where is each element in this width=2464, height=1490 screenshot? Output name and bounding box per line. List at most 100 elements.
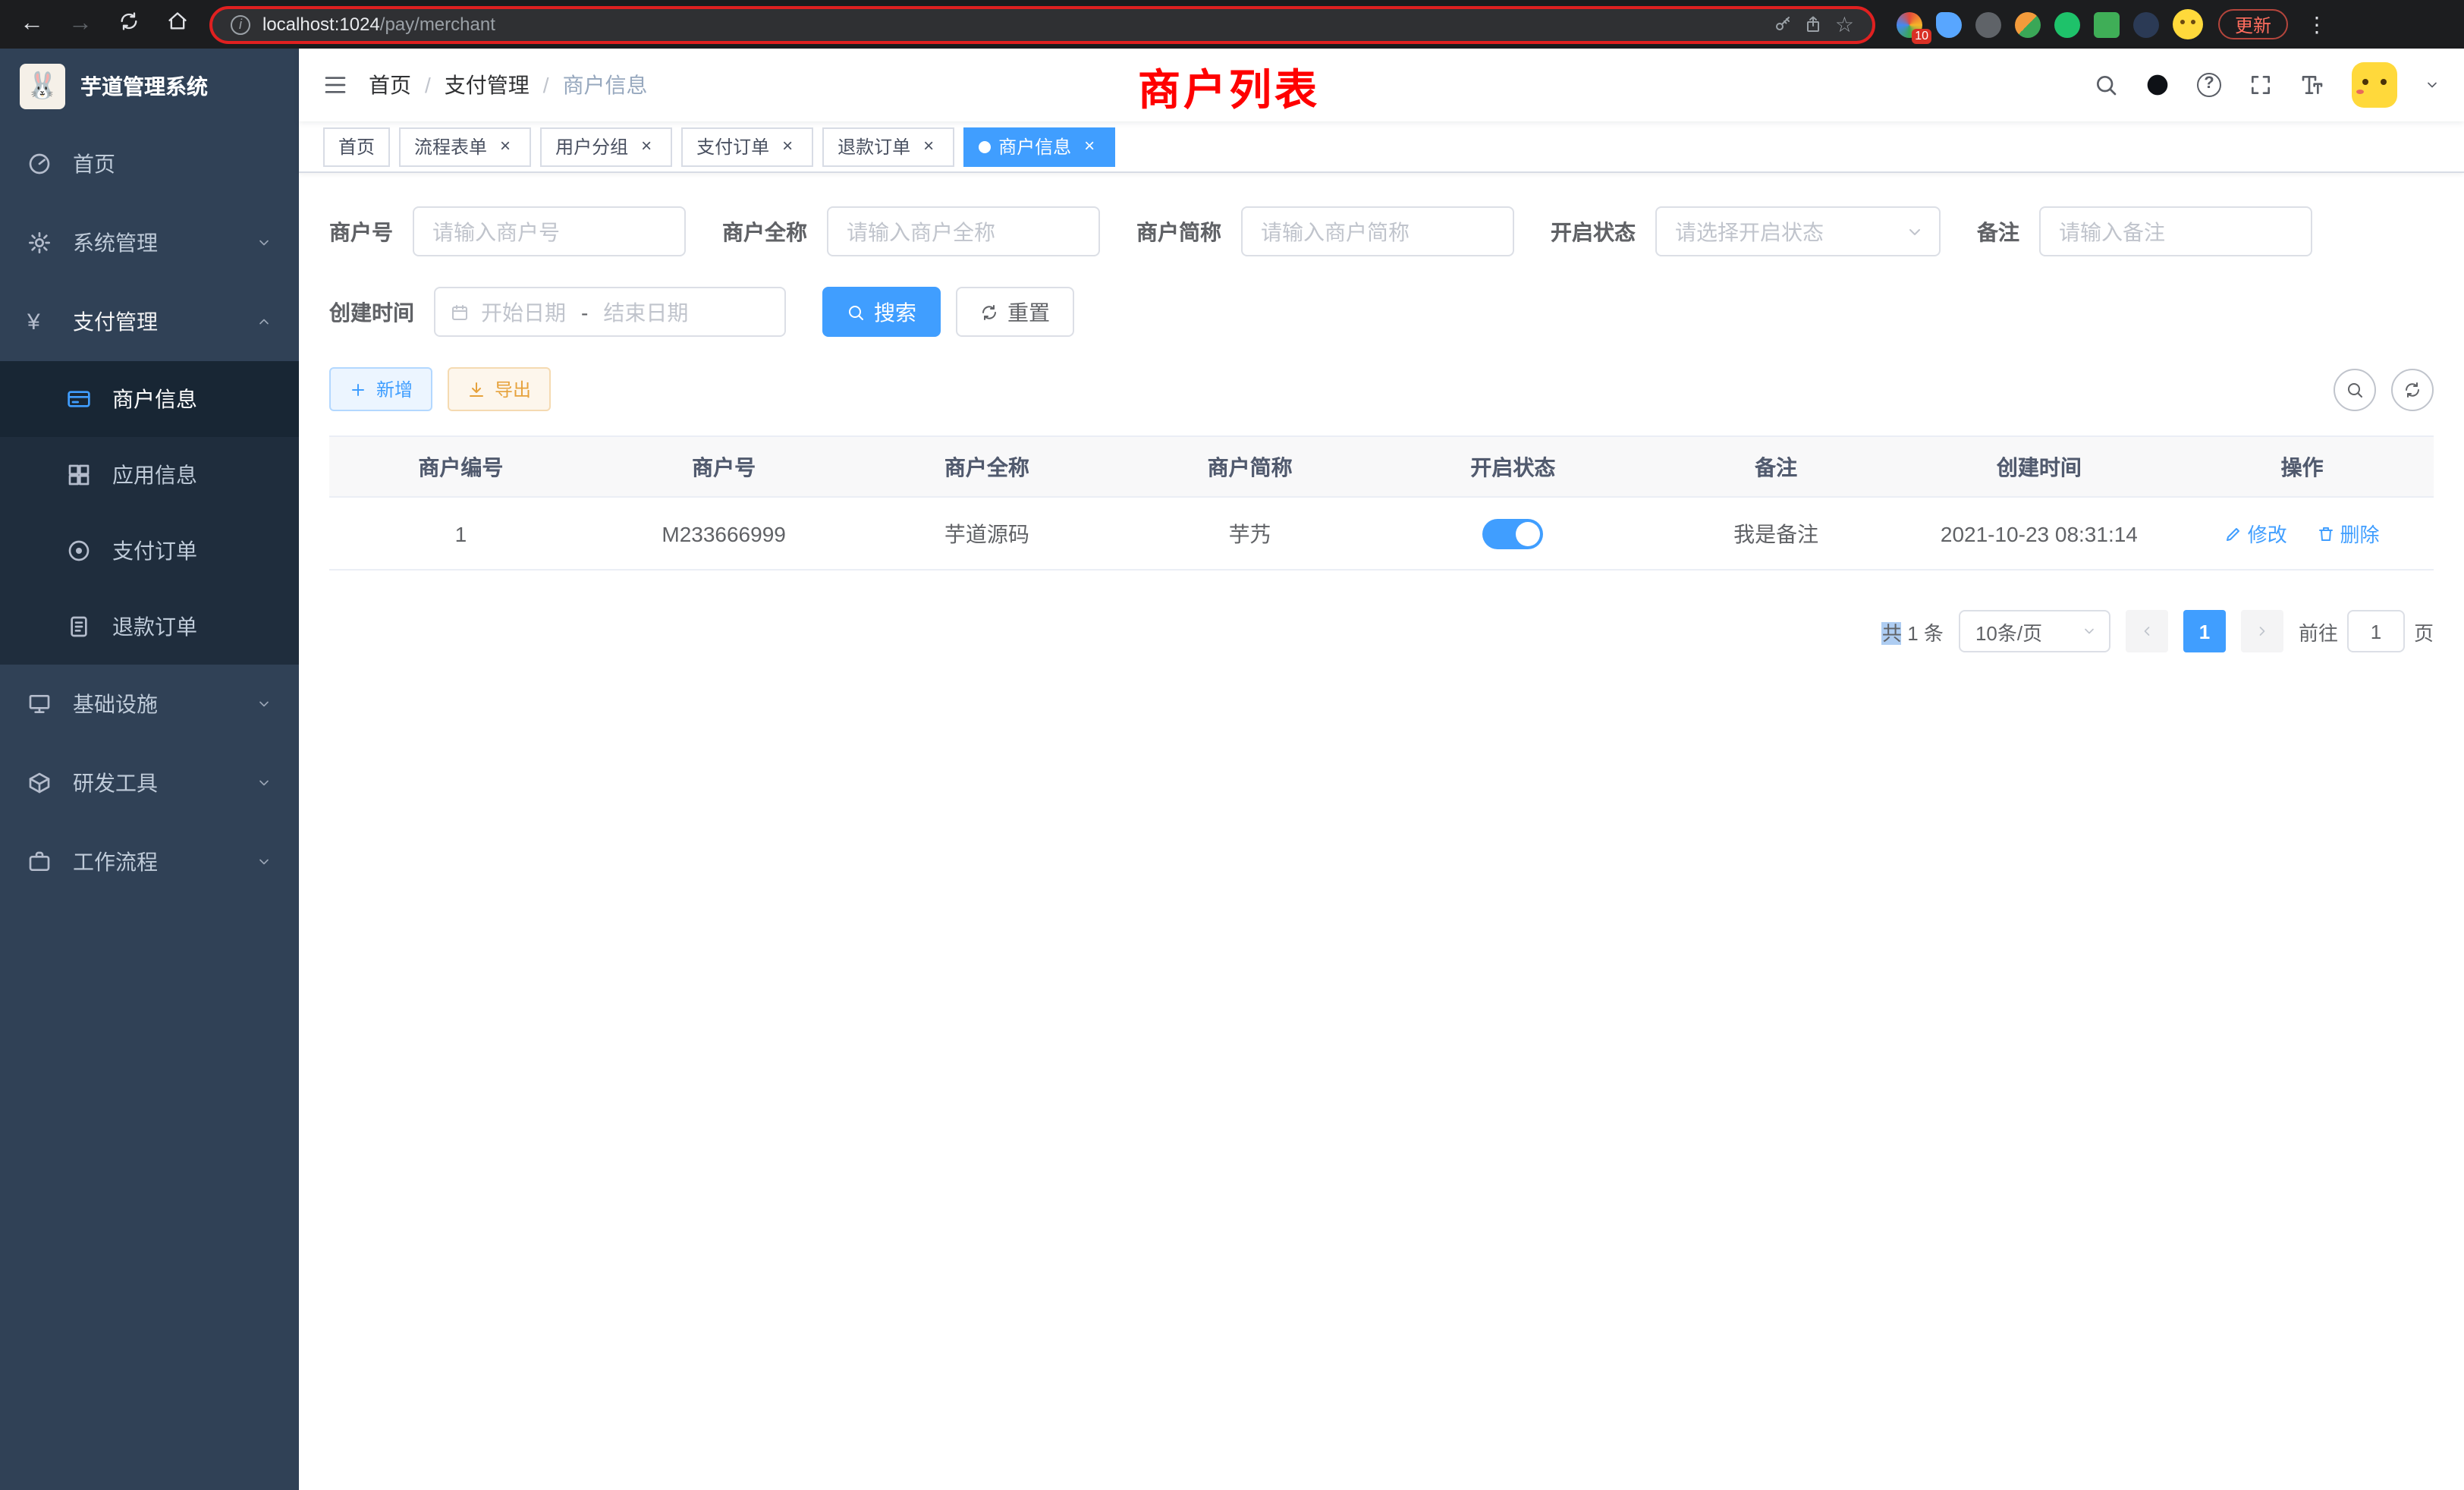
help-icon[interactable]: ? <box>2197 73 2221 97</box>
delete-link[interactable]: 删除 <box>2318 519 2380 548</box>
prev-page-button[interactable] <box>2126 610 2168 652</box>
goto-suffix: 页 <box>2414 617 2434 646</box>
close-icon[interactable]: × <box>918 136 939 157</box>
extension-icon[interactable] <box>2054 11 2080 37</box>
reset-button-label: 重置 <box>1007 297 1050 327</box>
search-icon[interactable] <box>2094 73 2118 97</box>
browser-profile-avatar[interactable] <box>2173 9 2203 39</box>
next-page-button[interactable] <box>2241 610 2283 652</box>
close-icon[interactable]: × <box>777 136 798 157</box>
github-icon[interactable] <box>2145 73 2170 97</box>
search-button[interactable]: 搜索 <box>822 287 941 337</box>
sidebar-item-refund-order[interactable]: 退款订单 <box>0 589 299 665</box>
page-size-select[interactable]: 10条/页 <box>1959 610 2110 652</box>
edit-link[interactable]: 修改 <box>2225 519 2287 548</box>
close-icon[interactable]: × <box>1079 136 1100 157</box>
cell-short-name: 芋艿 <box>1118 497 1381 570</box>
app: 🐰 芋道管理系统 首页 系统管理 ¥ 支付管理 商户信息 <box>0 49 2464 1490</box>
user-menu-caret-icon[interactable] <box>2425 77 2440 93</box>
sidebar-item-label: 首页 <box>73 149 115 179</box>
extension-icon[interactable] <box>2094 11 2120 37</box>
chrome-update-button[interactable]: 更新 <box>2218 9 2288 39</box>
reset-button[interactable]: 重置 <box>956 287 1074 337</box>
font-size-icon[interactable] <box>2300 73 2324 97</box>
refresh-table-button[interactable] <box>2391 368 2434 410</box>
breadcrumb-separator: / <box>425 73 431 97</box>
add-button[interactable]: 新增 <box>329 367 432 411</box>
top-navbar: 首页 / 支付管理 / 商户信息 商户列表 ? <box>299 49 2464 121</box>
sidebar-item-label: 工作流程 <box>73 847 158 877</box>
status-toggle[interactable] <box>1482 518 1543 549</box>
sidebar-item-payment[interactable]: ¥ 支付管理 <box>0 282 299 361</box>
browser-reload-button[interactable] <box>112 10 146 39</box>
sidebar-item-label: 支付管理 <box>73 306 158 337</box>
col-create-time: 创建时间 <box>1908 436 2171 497</box>
sidebar-item-label: 商户信息 <box>112 384 197 414</box>
page-number-button[interactable]: 1 <box>2183 610 2226 652</box>
tab-user-group[interactable]: 用户分组 × <box>540 127 672 166</box>
sidebar-item-pay-order[interactable]: 支付订单 <box>0 513 299 589</box>
sidebar-item-workflow[interactable]: 工作流程 <box>0 822 299 901</box>
browser-menu-icon[interactable]: ⋮ <box>2303 11 2330 37</box>
close-icon[interactable]: × <box>495 136 516 157</box>
extension-icon[interactable] <box>1975 11 2001 37</box>
start-date-placeholder: 开始日期 <box>481 297 566 327</box>
bookmark-star-icon[interactable]: ☆ <box>1835 11 1854 37</box>
cell-create-time: 2021-10-23 08:31:14 <box>1908 497 2171 570</box>
browser-forward-button[interactable]: → <box>64 11 97 38</box>
sidebar-item-home[interactable]: 首页 <box>0 124 299 203</box>
sidebar-item-label: 退款订单 <box>112 611 197 642</box>
export-button[interactable]: 导出 <box>448 367 551 411</box>
sidebar-item-label: 支付订单 <box>112 536 197 566</box>
breadcrumb-home[interactable]: 首页 <box>369 70 411 100</box>
extension-icon[interactable] <box>1936 11 1962 37</box>
short-name-input[interactable] <box>1241 206 1514 256</box>
pagination-total: 共 1 条 <box>1882 617 1944 646</box>
user-avatar[interactable] <box>2352 62 2397 108</box>
password-key-icon[interactable] <box>1774 15 1793 33</box>
edit-link-label: 修改 <box>2248 519 2287 548</box>
sidebar-item-merchant-info[interactable]: 商户信息 <box>0 361 299 437</box>
sidebar-item-label: 研发工具 <box>73 768 158 798</box>
status-select[interactable]: 请选择开启状态 <box>1655 206 1941 256</box>
active-tab-dot <box>979 140 991 152</box>
breadcrumb-section[interactable]: 支付管理 <box>445 70 530 100</box>
tab-refund-order[interactable]: 退款订单 × <box>822 127 954 166</box>
fullscreen-icon[interactable] <box>2249 73 2273 97</box>
pagination-jumper: 前往 页 <box>2299 610 2434 652</box>
tab-home[interactable]: 首页 <box>323 127 390 166</box>
address-bar[interactable]: i localhost:1024/pay/merchant ☆ <box>209 5 1875 43</box>
payment-submenu: 商户信息 应用信息 支付订单 退款订单 <box>0 361 299 665</box>
tab-pay-order[interactable]: 支付订单 × <box>681 127 813 166</box>
extension-icon[interactable]: 10 <box>1897 11 1922 37</box>
browser-home-button[interactable] <box>161 10 194 39</box>
share-icon[interactable] <box>1805 15 1823 33</box>
remark-input[interactable] <box>2039 206 2312 256</box>
create-time-range-picker[interactable]: 开始日期 - 结束日期 <box>434 287 786 337</box>
sidebar-item-infrastructure[interactable]: 基础设施 <box>0 665 299 743</box>
col-actions: 操作 <box>2170 436 2434 497</box>
goto-page-input[interactable] <box>2347 610 2405 652</box>
site-info-icon[interactable]: i <box>231 14 250 34</box>
sidebar-item-dev-tools[interactable]: 研发工具 <box>0 743 299 822</box>
grid-icon <box>67 463 91 487</box>
close-icon[interactable]: × <box>636 136 657 157</box>
sidebar-toggle-icon[interactable] <box>323 73 347 97</box>
briefcase-icon <box>27 850 52 874</box>
merchant-no-input[interactable] <box>413 206 686 256</box>
extension-icon[interactable] <box>2133 11 2159 37</box>
app-logo[interactable]: 🐰 芋道管理系统 <box>0 49 299 124</box>
full-name-input[interactable] <box>827 206 1100 256</box>
extension-icon[interactable] <box>2015 11 2041 37</box>
tab-process-form[interactable]: 流程表单 × <box>399 127 531 166</box>
short-name-label: 商户简称 <box>1136 216 1221 247</box>
sidebar-item-app-info[interactable]: 应用信息 <box>0 437 299 513</box>
tags-view-bar: 首页 流程表单 × 用户分组 × 支付订单 × 退款订单 × <box>299 121 2464 173</box>
tab-merchant-info[interactable]: 商户信息 × <box>963 127 1115 166</box>
total-count: 1 <box>1907 621 1918 644</box>
toggle-search-button[interactable] <box>2334 368 2376 410</box>
pagination: 共 1 条 10条/页 1 前往 页 <box>329 610 2434 652</box>
browser-back-button[interactable]: ← <box>15 11 49 38</box>
cell-actions: 修改 删除 <box>2170 497 2434 570</box>
sidebar-item-system[interactable]: 系统管理 <box>0 203 299 282</box>
